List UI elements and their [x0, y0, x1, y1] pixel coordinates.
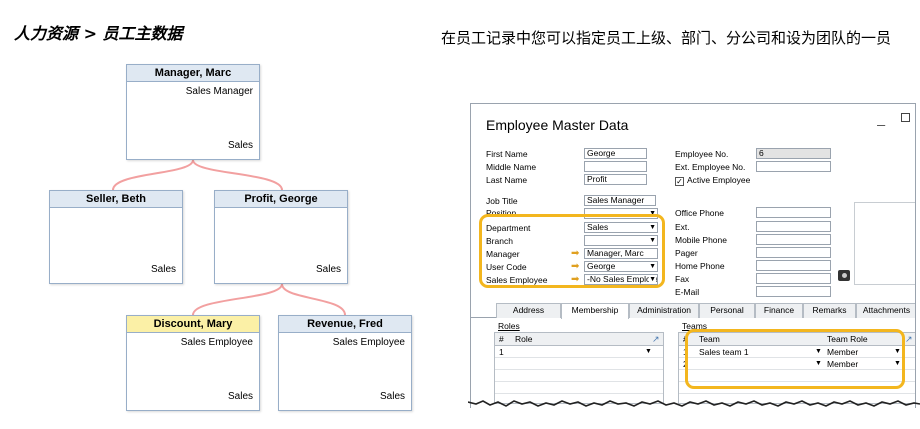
- photo-box[interactable]: [854, 202, 915, 285]
- table-row[interactable]: [495, 382, 663, 394]
- org-node-profit: Profit, George Sales: [214, 190, 348, 284]
- fax-field[interactable]: [756, 273, 831, 284]
- roles-header: # Role: [495, 333, 663, 346]
- ext-field[interactable]: [756, 221, 831, 232]
- highlight-frame: [685, 329, 905, 389]
- org-node-name: Manager, Marc: [127, 65, 259, 82]
- last-name-label: Last Name: [486, 175, 528, 185]
- org-node-name: Seller, Beth: [50, 191, 182, 208]
- email-field[interactable]: [756, 286, 831, 297]
- tab-remarks[interactable]: Remarks: [803, 303, 856, 318]
- employee-no-field: 6: [756, 148, 831, 159]
- org-node-name: Revenue, Fred: [279, 316, 411, 333]
- tab-attachments[interactable]: Attachments: [856, 303, 915, 318]
- tab-administration[interactable]: Administration: [629, 303, 699, 318]
- expand-icon[interactable]: ↗: [905, 334, 913, 345]
- home-phone-label: Home Phone: [675, 261, 725, 271]
- org-node-dept: Sales: [150, 264, 176, 275]
- tab-membership[interactable]: Membership: [561, 303, 629, 319]
- tab-personal[interactable]: Personal: [699, 303, 755, 318]
- active-employee-checkbox[interactable]: ✓ Active Employee: [675, 175, 750, 186]
- window-title: Employee Master Data: [486, 117, 629, 133]
- org-node-name: Profit, George: [215, 191, 347, 208]
- minimize-button[interactable]: _: [877, 110, 885, 126]
- org-node-role: Sales Employee: [332, 337, 405, 348]
- row-num: 1: [499, 347, 504, 357]
- org-node-dept: Sales: [379, 391, 405, 402]
- pager-field[interactable]: [756, 247, 831, 258]
- tab-bar: Address Membership Administration Person…: [471, 303, 915, 319]
- employee-master-data-window: Employee Master Data _ First Name Middle…: [470, 103, 916, 408]
- last-name-field[interactable]: Profit: [584, 174, 647, 185]
- org-node-dept: Sales: [227, 140, 253, 151]
- middle-name-label: Middle Name: [486, 162, 537, 172]
- ext-employee-no-label: Ext. Employee No.: [675, 162, 746, 172]
- org-node-seller: Seller, Beth Sales: [49, 190, 183, 284]
- roles-title: Roles: [498, 321, 520, 331]
- highlight-frame: [479, 214, 665, 288]
- email-label: E-Mail: [675, 287, 700, 297]
- org-node-dept: Sales: [315, 264, 341, 275]
- org-node-role: Sales Manager: [185, 86, 253, 97]
- table-row[interactable]: [495, 370, 663, 382]
- table-row[interactable]: [495, 358, 663, 370]
- org-node-dept: Sales: [227, 391, 253, 402]
- tab-finance[interactable]: Finance: [755, 303, 803, 318]
- org-node-manager: Manager, Marc Sales Manager Sales: [126, 64, 260, 160]
- first-name-label: First Name: [486, 149, 528, 159]
- office-phone-field[interactable]: [756, 207, 831, 218]
- fax-label: Fax: [675, 274, 690, 284]
- mobile-phone-field[interactable]: [756, 234, 831, 245]
- org-node-name: Discount, Mary: [127, 316, 259, 333]
- expand-icon[interactable]: ↗: [652, 334, 660, 345]
- ext-label: Ext.: [675, 222, 690, 232]
- col-num: #: [499, 334, 504, 344]
- table-row[interactable]: 1 ▼: [495, 346, 663, 358]
- camera-icon[interactable]: [838, 270, 850, 281]
- active-employee-label: Active Employee: [687, 175, 751, 185]
- checkbox-checked-icon[interactable]: ✓: [675, 177, 684, 186]
- job-title-field[interactable]: Sales Manager: [584, 195, 656, 206]
- mobile-phone-label: Mobile Phone: [675, 235, 727, 245]
- roles-table[interactable]: # Role 1 ▼: [494, 332, 664, 404]
- org-node-revenue: Revenue, Fred Sales Employee Sales: [278, 315, 412, 411]
- office-phone-label: Office Phone: [675, 208, 724, 218]
- maximize-button[interactable]: [901, 113, 910, 122]
- chevron-down-icon[interactable]: ▼: [645, 346, 652, 358]
- description-text: 在员工记录中您可以指定员工上级、部门、分公司和设为团队的一员: [441, 29, 892, 47]
- pager-label: Pager: [675, 248, 698, 258]
- job-title-label: Job Title: [486, 196, 518, 206]
- first-name-field[interactable]: George: [584, 148, 647, 159]
- ext-employee-no-field[interactable]: [756, 161, 831, 172]
- org-node-discount: Discount, Mary Sales Employee Sales: [126, 315, 260, 411]
- tab-address[interactable]: Address: [496, 303, 561, 318]
- home-phone-field[interactable]: [756, 260, 831, 271]
- middle-name-field[interactable]: [584, 161, 647, 172]
- org-node-role: Sales Employee: [180, 337, 253, 348]
- employee-no-label: Employee No.: [675, 149, 729, 159]
- col-role: Role: [515, 334, 533, 344]
- torn-edge: [468, 400, 920, 407]
